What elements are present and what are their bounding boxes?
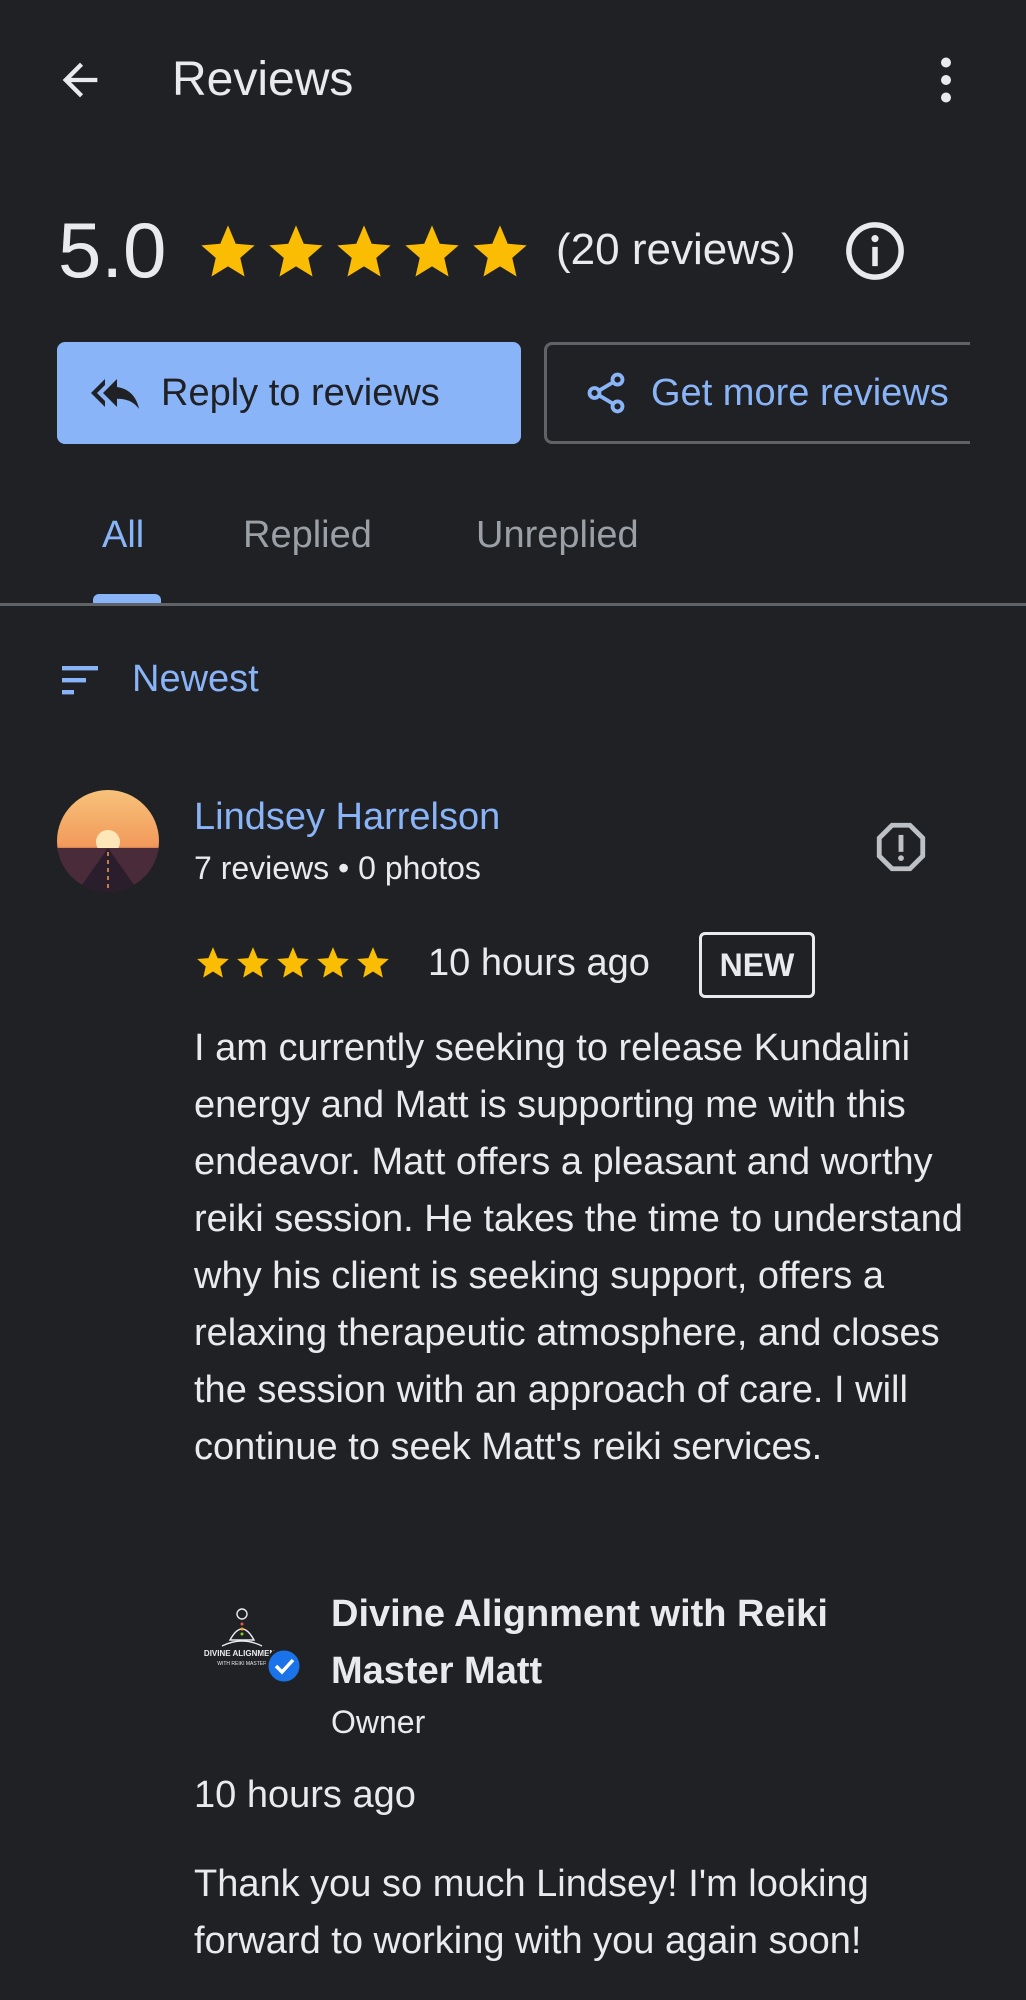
tab-replied[interactable]: Replied bbox=[243, 510, 372, 560]
owner-name: Divine Alignment with Reiki Master Matt bbox=[331, 1593, 828, 1692]
rating-stars bbox=[196, 220, 532, 284]
star-icon bbox=[337, 225, 391, 277]
star-icon bbox=[269, 225, 323, 277]
tabs-divider bbox=[0, 603, 1026, 606]
reply-text: Thank you so much Lindsey! I'm looking f… bbox=[194, 1863, 869, 1962]
star-icon bbox=[237, 947, 269, 978]
get-more-reviews-button[interactable]: Get more reviews bbox=[544, 342, 1026, 444]
star-icon bbox=[197, 947, 229, 978]
share-icon bbox=[583, 370, 629, 416]
info-button[interactable] bbox=[842, 218, 908, 284]
more-options-button[interactable] bbox=[906, 40, 986, 120]
report-button[interactable] bbox=[872, 818, 930, 876]
report-icon bbox=[872, 818, 930, 876]
owner-logo-subtext: WITH REIKI MASTER bbox=[217, 1661, 267, 1667]
more-vert-icon bbox=[916, 50, 976, 110]
get-more-reviews-label: Get more reviews bbox=[651, 371, 949, 414]
info-icon bbox=[842, 218, 908, 284]
star-icon bbox=[201, 225, 255, 277]
star-icon bbox=[317, 947, 349, 978]
avatar[interactable] bbox=[57, 790, 159, 892]
tab-unreplied[interactable]: Unreplied bbox=[476, 510, 639, 560]
star-icon bbox=[277, 947, 309, 978]
owner-role: Owner bbox=[331, 1704, 426, 1740]
review-stars bbox=[194, 944, 392, 982]
reply-to-reviews-button[interactable]: Reply to reviews bbox=[57, 342, 521, 444]
reviewer-meta: 7 reviews • 0 photos bbox=[194, 850, 481, 886]
scroll-edge bbox=[970, 330, 1026, 460]
tab-all[interactable]: All bbox=[102, 510, 144, 560]
page-title: Reviews bbox=[172, 53, 354, 106]
owner-logo: DIVINE ALIGNMENT WITH REIKI MASTER bbox=[196, 1600, 308, 1692]
star-icon bbox=[405, 225, 459, 277]
review-time: 10 hours ago bbox=[428, 942, 650, 984]
arrow-back-icon bbox=[54, 54, 106, 106]
reply-time: 10 hours ago bbox=[194, 1774, 416, 1816]
reviewer-name[interactable]: Lindsey Harrelson bbox=[194, 792, 500, 842]
back-button[interactable] bbox=[40, 40, 120, 120]
review-text: I am currently seeking to release Kundal… bbox=[194, 1027, 963, 1468]
star-icon bbox=[473, 225, 527, 277]
sort-icon[interactable] bbox=[60, 660, 104, 700]
new-badge: NEW bbox=[699, 932, 815, 998]
review-count: (20 reviews) bbox=[556, 225, 796, 274]
reply-to-reviews-label: Reply to reviews bbox=[161, 371, 440, 414]
star-icon bbox=[357, 947, 389, 978]
reply-all-icon bbox=[91, 369, 139, 417]
sort-button[interactable]: Newest bbox=[132, 654, 259, 704]
average-rating: 5.0 bbox=[58, 206, 167, 294]
